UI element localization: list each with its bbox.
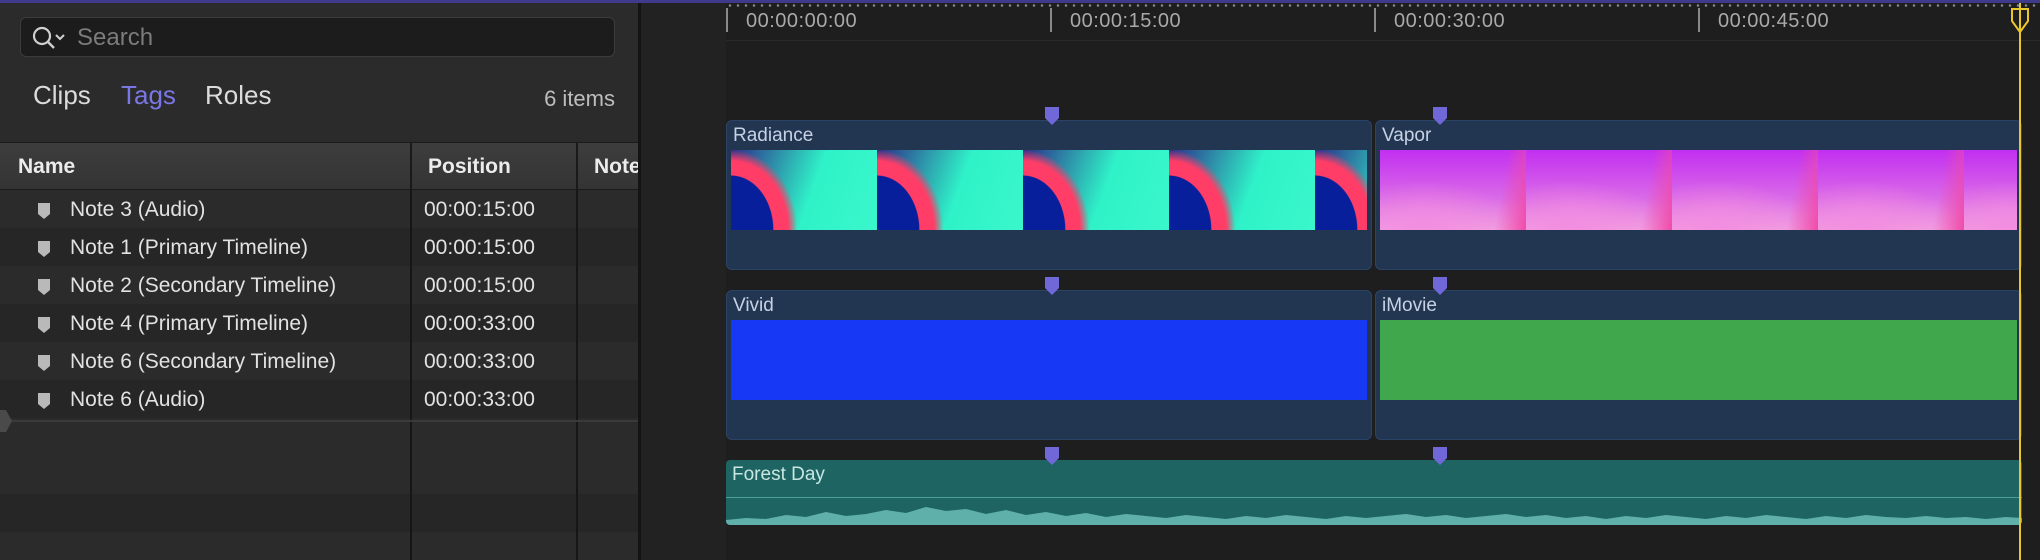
ruler-tick	[1374, 8, 1376, 32]
empty-row	[0, 494, 638, 532]
clip-title: Radiance	[733, 125, 814, 146]
column-divider[interactable]	[410, 143, 412, 189]
tag-list: Note 3 (Audio) 00:00:15:00 Note 1 (Prima…	[0, 190, 638, 560]
tag-name: Note 2 (Secondary Timeline)	[70, 274, 337, 297]
marker-tag-icon	[38, 317, 50, 333]
tag-position: 00:00:33:00	[424, 388, 535, 411]
ruler-tick	[1050, 8, 1052, 32]
ruler-timecode: 00:00:30:00	[1394, 10, 1506, 32]
column-divider[interactable]	[576, 143, 578, 189]
filmstrip	[731, 150, 1367, 230]
marker-icon[interactable]	[1432, 276, 1448, 296]
search-field[interactable]	[20, 17, 615, 58]
tag-position: 00:00:33:00	[424, 350, 535, 373]
ruler-timecode: 00:00:15:00	[1070, 10, 1182, 32]
table-row[interactable]: Note 1 (Primary Timeline) 00:00:15:00	[0, 228, 638, 266]
marker-tag-icon	[38, 279, 50, 295]
empty-row	[0, 456, 638, 494]
clip-vivid[interactable]: Vivid	[726, 290, 1372, 440]
timeline-end-marker-icon	[0, 410, 12, 432]
thumbnail-frame	[1818, 150, 1964, 230]
marker-icon[interactable]	[1432, 106, 1448, 126]
clip-radiance[interactable]: Radiance	[726, 120, 1372, 270]
clip-forest-day[interactable]: Forest Day	[726, 460, 2022, 525]
ruler-timecode: 00:00:00:00	[746, 10, 858, 32]
playhead-handle-icon[interactable]	[2011, 8, 2029, 34]
thumbnail-frame	[1315, 150, 1367, 230]
tag-position: 00:00:33:00	[424, 312, 535, 335]
column-divider	[576, 190, 578, 560]
marker-tag-icon	[38, 203, 50, 219]
marker-icon[interactable]	[1044, 276, 1060, 296]
table-row[interactable]: Note 4 (Primary Timeline) 00:00:33:00	[0, 304, 638, 342]
thumbnail-frame	[1526, 150, 1672, 230]
tag-name: Note 1 (Primary Timeline)	[70, 236, 309, 259]
clip-title: Forest Day	[732, 464, 825, 485]
clip-title: iMovie	[1382, 295, 1437, 316]
timeline[interactable]: 00:00:00:00 00:00:15:00 00:00:30:00 00:0…	[641, 0, 2040, 560]
table-row[interactable]: Note 3 (Audio) 00:00:15:00	[0, 190, 638, 228]
playhead[interactable]	[2019, 0, 2021, 560]
audio-waveform	[726, 507, 2022, 525]
column-header-note[interactable]: Note	[594, 155, 641, 179]
clip-imovie[interactable]: iMovie	[1375, 290, 2022, 440]
tag-name: Note 4 (Primary Timeline)	[70, 312, 309, 335]
ruler-dots	[726, 4, 2040, 7]
clip-title: Vapor	[1382, 125, 1432, 146]
track-gutter	[641, 0, 726, 560]
tab-tags[interactable]: Tags	[121, 80, 176, 111]
tag-position: 00:00:15:00	[424, 274, 535, 297]
tab-roles[interactable]: Roles	[205, 80, 271, 111]
clip-title: Vivid	[733, 295, 774, 316]
table-row[interactable]: Note 2 (Secondary Timeline) 00:00:15:00	[0, 266, 638, 304]
timecode-ruler[interactable]: 00:00:00:00 00:00:15:00 00:00:30:00 00:0…	[726, 0, 2040, 41]
timeline-index-panel: Clips Tags Roles 6 items Name Position N…	[0, 0, 641, 560]
filmstrip	[1380, 150, 2017, 230]
window-accent-bar	[0, 0, 2040, 3]
search-icon[interactable]	[31, 24, 67, 52]
thumbnail-frame	[1380, 150, 1526, 230]
marker-tag-icon	[38, 241, 50, 257]
item-count: 6 items	[544, 86, 615, 111]
column-header-name[interactable]: Name	[18, 155, 75, 179]
tag-name: Note 6 (Secondary Timeline)	[70, 350, 337, 373]
ruler-timecode: 00:00:45:00	[1718, 10, 1830, 32]
tag-name: Note 3 (Audio)	[70, 198, 206, 221]
tag-position: 00:00:15:00	[424, 236, 535, 259]
thumbnail-frame	[1672, 150, 1818, 230]
table-row[interactable]: Note 6 (Audio) 00:00:33:00	[0, 380, 638, 418]
clip-vapor[interactable]: Vapor	[1375, 120, 2022, 270]
column-divider	[410, 190, 412, 560]
thumbnail-frame	[1169, 150, 1315, 230]
marker-icon[interactable]	[1044, 106, 1060, 126]
clip-content	[1380, 320, 2017, 400]
thumbnail-frame	[877, 150, 1023, 230]
thumbnail-frame	[1023, 150, 1169, 230]
tag-position: 00:00:15:00	[424, 198, 535, 221]
table-row[interactable]: Note 6 (Secondary Timeline) 00:00:33:00	[0, 342, 638, 380]
search-input[interactable]	[75, 18, 599, 58]
tab-clips[interactable]: Clips	[33, 80, 91, 111]
column-header-position[interactable]: Position	[428, 155, 511, 179]
ruler-tick	[726, 8, 728, 32]
ruler-tick	[1698, 8, 1700, 32]
thumbnail-frame	[731, 150, 877, 230]
table-header: Name Position Note	[0, 142, 641, 190]
tag-name: Note 6 (Audio)	[70, 388, 206, 411]
clip-content	[731, 320, 1367, 400]
marker-tag-icon	[38, 393, 50, 409]
list-end-line	[0, 420, 638, 422]
marker-icon[interactable]	[1044, 446, 1060, 466]
marker-icon[interactable]	[1432, 446, 1448, 466]
marker-tag-icon	[38, 355, 50, 371]
thumbnail-frame	[1964, 150, 2017, 230]
